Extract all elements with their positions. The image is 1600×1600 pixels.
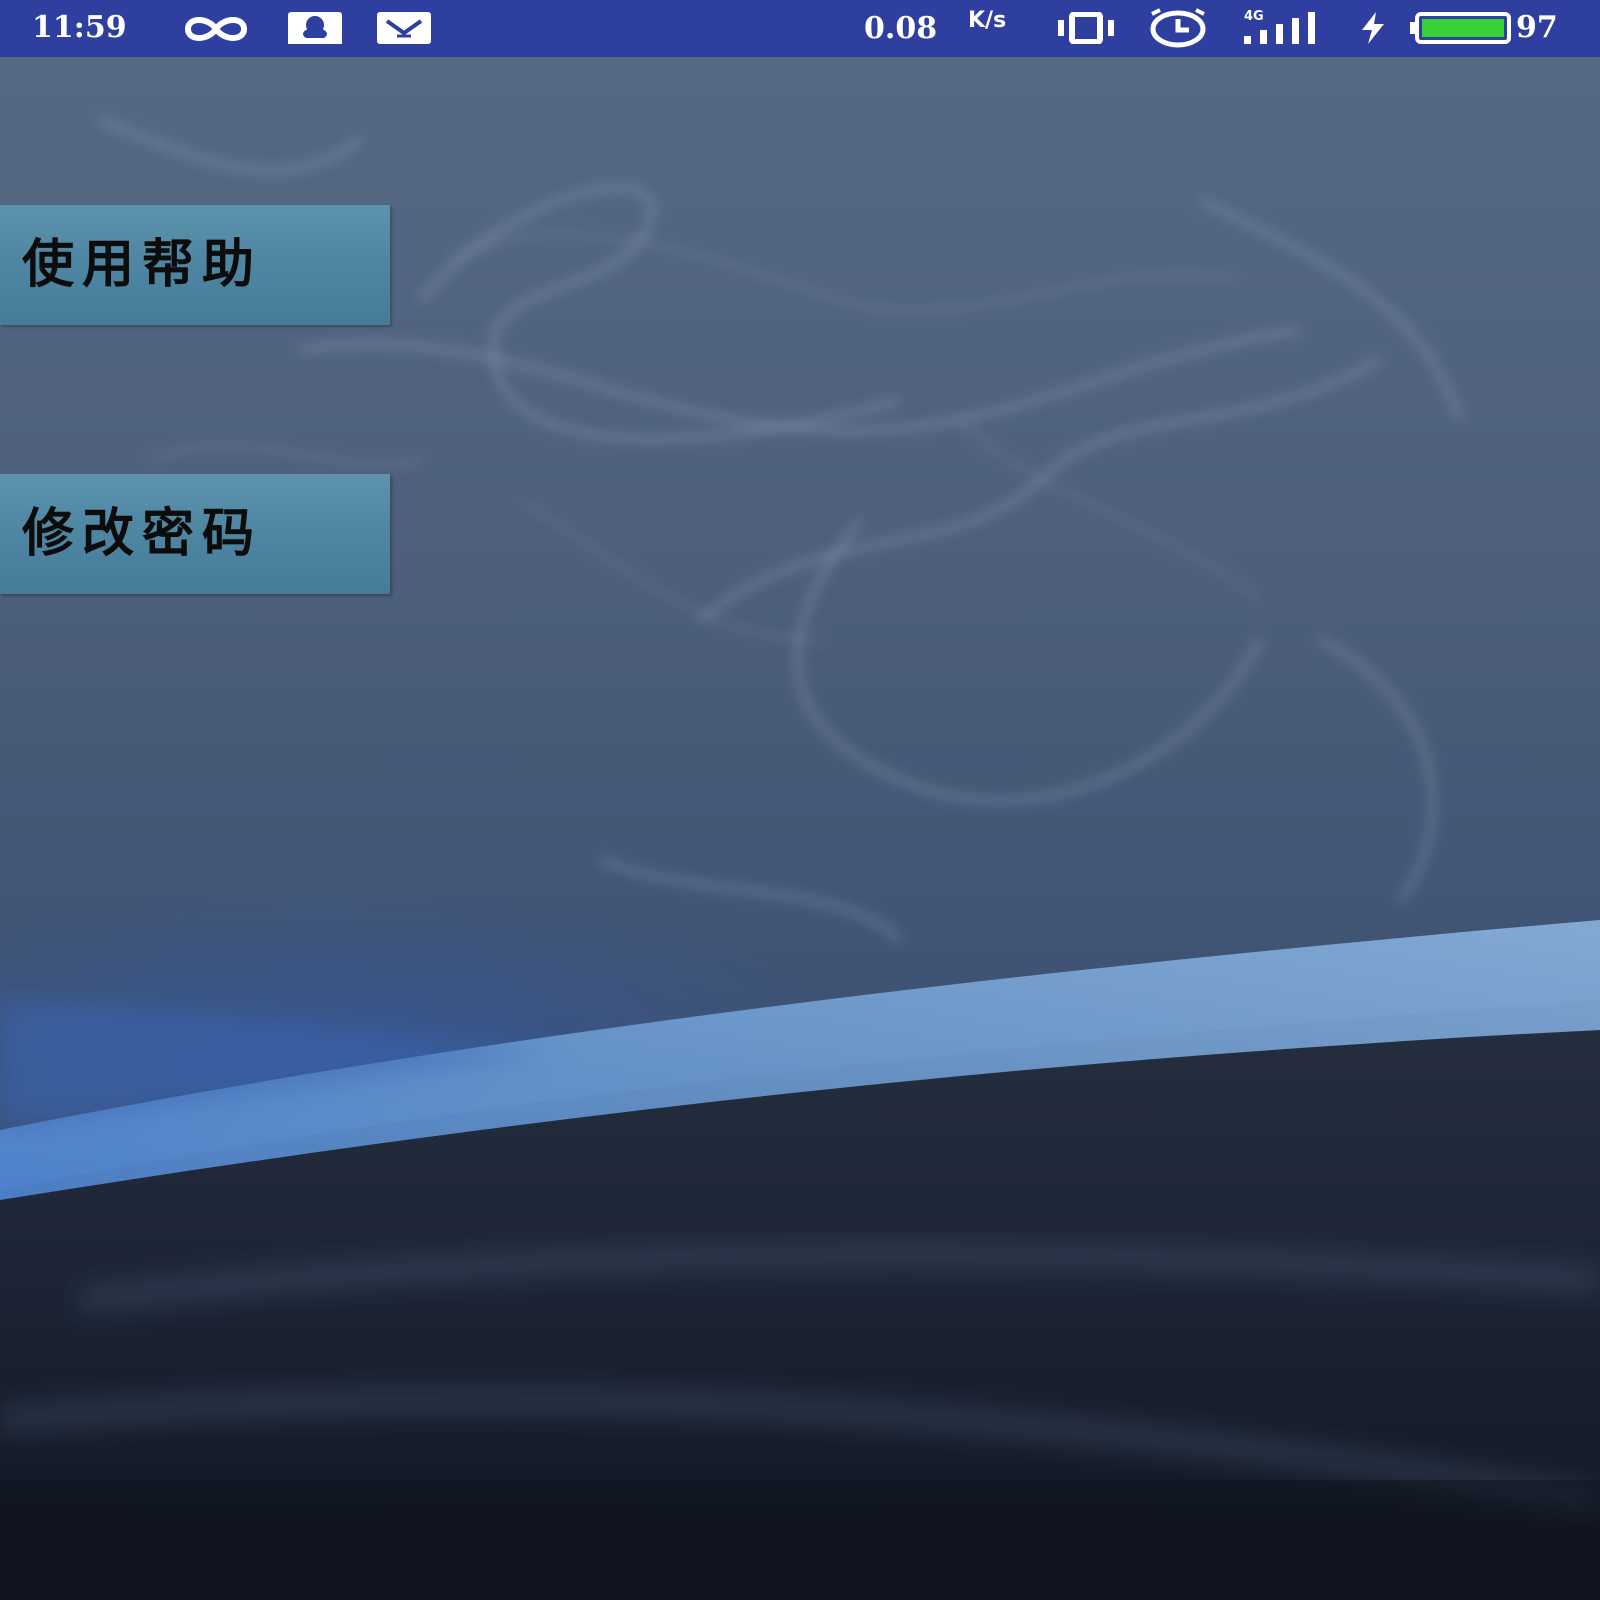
mail-icon <box>377 12 431 44</box>
signal-4g-icon: 4G <box>1244 9 1315 44</box>
change-password-button-label: 修改密码 <box>22 503 263 564</box>
battery-icon <box>1410 12 1511 44</box>
help-button-label: 使用帮助 <box>22 234 263 295</box>
help-button[interactable]: 使用帮助 <box>0 205 390 325</box>
network-type-label: 4G <box>1244 9 1264 24</box>
status-time: 11:59 <box>32 10 127 45</box>
infinity-icon <box>184 17 248 41</box>
vibrate-icon <box>1058 12 1114 44</box>
qq-icon <box>288 12 342 44</box>
charging-icon <box>1362 12 1384 44</box>
alarm-icon <box>1150 8 1206 48</box>
status-bar: 11:59 0.08 K/s 4G 97 <box>0 0 1600 57</box>
net-speed-unit: K/s <box>968 8 1007 33</box>
battery-level: 97 <box>1516 10 1558 45</box>
change-password-button[interactable]: 修改密码 <box>0 474 390 594</box>
net-speed-value: 0.08 <box>864 11 938 46</box>
app-screen: 11:59 0.08 K/s 4G 97 使用帮助 修改密码 <box>0 0 1600 1600</box>
